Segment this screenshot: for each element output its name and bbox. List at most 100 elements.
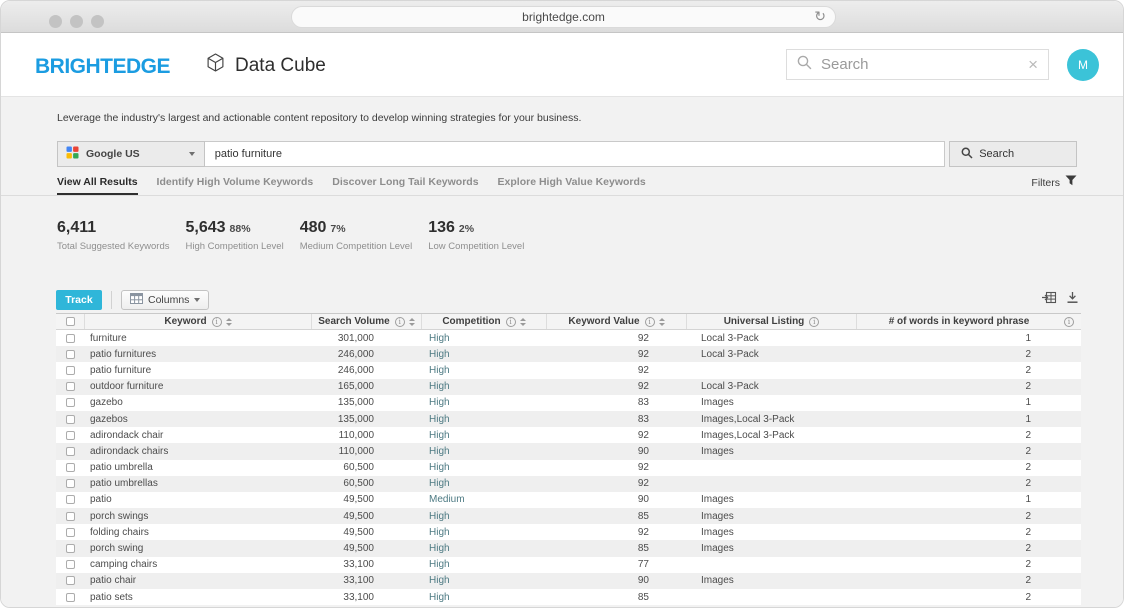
columns-button[interactable]: Columns: [121, 290, 209, 310]
row-checkbox[interactable]: [66, 334, 75, 343]
keyword-cell[interactable]: patio furniture: [84, 362, 311, 378]
keyword-cell[interactable]: gazebo: [84, 395, 311, 411]
sort-down-arrow: [409, 323, 415, 326]
keyword-cell[interactable]: folding chairs: [84, 524, 311, 540]
words-cell: 2: [856, 589, 1081, 605]
stat-label: Low Competition Level: [428, 241, 524, 252]
track-button[interactable]: Track: [56, 290, 102, 310]
table-row: patio chair33,100High90Images2: [56, 573, 1081, 589]
row-checkbox[interactable]: [66, 479, 75, 488]
row-checkbox[interactable]: [66, 560, 75, 569]
row-checkbox[interactable]: [66, 431, 75, 440]
keyword-cell[interactable]: outdoor furniture: [84, 379, 311, 395]
row-checkbox[interactable]: [66, 415, 75, 424]
tab-discover-long-tail-keywords[interactable]: Discover Long Tail Keywords: [332, 172, 478, 195]
column-header-keyword-value[interactable]: Keyword Value: [546, 314, 686, 329]
window-minimize-button[interactable]: [70, 15, 83, 28]
download-icon[interactable]: [1066, 291, 1079, 309]
column-header-keyword[interactable]: Keyword: [84, 314, 311, 329]
row-checkbox-cell: [56, 589, 84, 605]
keyword-cell[interactable]: adirondack chairs: [84, 443, 311, 459]
keyword-cell[interactable]: patio sets: [84, 589, 311, 605]
tab-identify-high-volume-keywords[interactable]: Identify High Volume Keywords: [157, 172, 314, 195]
keyword-cell[interactable]: patio umbrellas: [84, 476, 311, 492]
value-cell: 92: [546, 460, 686, 476]
info-icon[interactable]: [645, 317, 655, 327]
header-search-input[interactable]: [821, 56, 1028, 73]
search-engine-select[interactable]: Google US: [57, 141, 205, 167]
stats-row: 6,411Total Suggested Keywords5,64388%Hig…: [57, 219, 540, 252]
volume-cell: 301,000: [311, 330, 421, 346]
tab-explore-high-value-keywords[interactable]: Explore High Value Keywords: [498, 172, 646, 195]
header-search-box[interactable]: ×: [786, 49, 1049, 80]
keyword-cell[interactable]: camping chairs: [84, 557, 311, 573]
avatar[interactable]: M: [1067, 49, 1099, 81]
info-icon[interactable]: [809, 317, 819, 327]
sort-icon[interactable]: [520, 318, 526, 326]
window-close-button[interactable]: [49, 15, 62, 28]
words-cell: 2: [856, 524, 1081, 540]
stat-values: 6,411: [57, 219, 169, 237]
row-checkbox[interactable]: [66, 544, 75, 553]
keyword-cell[interactable]: porch swings: [84, 508, 311, 524]
keyword-cell[interactable]: patio furnitures: [84, 346, 311, 362]
info-icon[interactable]: [395, 317, 405, 327]
tab-view-all-results[interactable]: View All Results: [57, 172, 138, 195]
keyword-cell[interactable]: gazebos: [84, 411, 311, 427]
table-body: furniture301,000 High 92 Local 3-Pack1 patio…: [56, 330, 1081, 605]
stat-percent: 88%: [230, 223, 251, 235]
close-icon[interactable]: ×: [1028, 56, 1038, 73]
column-header-search-volume[interactable]: Search Volume: [311, 314, 421, 329]
row-checkbox[interactable]: [66, 366, 75, 375]
keyword-cell[interactable]: patio: [84, 492, 311, 508]
column-header-competition[interactable]: Competition: [421, 314, 546, 329]
volume-cell: 49,500: [311, 540, 421, 556]
select-all-checkbox[interactable]: [66, 317, 75, 326]
columns-grid-icon: [130, 293, 143, 307]
sort-icon[interactable]: [409, 318, 415, 326]
row-checkbox[interactable]: [66, 495, 75, 504]
words-cell: 1: [856, 411, 1081, 427]
row-checkbox[interactable]: [66, 463, 75, 472]
window-zoom-button[interactable]: [91, 15, 104, 28]
filters-button[interactable]: Filters: [1031, 172, 1077, 195]
sort-icon[interactable]: [226, 318, 232, 326]
competition-cell: High: [421, 540, 546, 556]
main-content: Leverage the industry's largest and acti…: [1, 97, 1123, 608]
column-label: Keyword: [164, 316, 206, 327]
sort-up-arrow: [409, 318, 415, 321]
table-row: patio furniture246,000High922: [56, 362, 1081, 378]
stat-values: 1362%: [428, 219, 524, 237]
search-button[interactable]: Search: [949, 141, 1077, 167]
row-checkbox[interactable]: [66, 576, 75, 585]
sort-icon[interactable]: [659, 318, 665, 326]
listing-cell: Local 3-Pack: [686, 379, 856, 395]
url-bar[interactable]: brightedge.com ↻: [291, 6, 836, 28]
row-checkbox[interactable]: [66, 382, 75, 391]
brightedge-logo[interactable]: BRIGHTEDGE: [35, 55, 170, 79]
column-header-select-all[interactable]: [56, 314, 84, 329]
reload-icon[interactable]: ↻: [814, 8, 826, 25]
row-checkbox[interactable]: [66, 398, 75, 407]
row-checkbox[interactable]: [66, 447, 75, 456]
row-checkbox[interactable]: [66, 528, 75, 537]
table-toolbar: Track Columns: [56, 289, 1079, 310]
keyword-cell[interactable]: furniture: [84, 330, 311, 346]
info-icon[interactable]: [212, 317, 222, 327]
row-checkbox[interactable]: [66, 350, 75, 359]
table-row: patio furnitures246,000High92Local 3-Pac…: [56, 346, 1081, 362]
row-checkbox[interactable]: [66, 512, 75, 521]
keyword-cell[interactable]: adirondack chair: [84, 427, 311, 443]
keyword-cell[interactable]: patio umbrella: [84, 460, 311, 476]
info-icon[interactable]: [1064, 317, 1074, 327]
info-icon[interactable]: [506, 317, 516, 327]
volume-cell: 165,000: [311, 379, 421, 395]
keyword-cell[interactable]: porch swing: [84, 540, 311, 556]
stat-percent: 7%: [330, 223, 345, 235]
words-cell: 2: [856, 508, 1081, 524]
keyword-query-input[interactable]: [205, 141, 945, 167]
export-table-icon[interactable]: [1042, 291, 1057, 309]
keyword-cell[interactable]: patio chair: [84, 573, 311, 589]
row-checkbox[interactable]: [66, 593, 75, 602]
table-row: gazebos135,000High83Images,Local 3-Pack1: [56, 411, 1081, 427]
